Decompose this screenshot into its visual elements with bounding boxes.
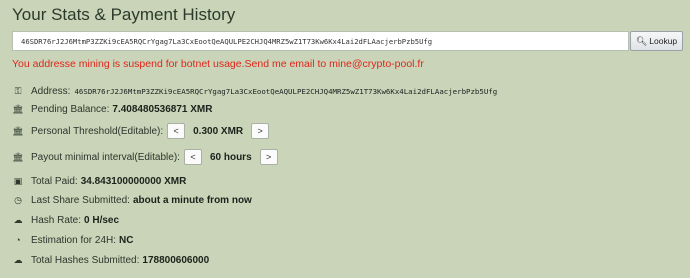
threshold-value: 0.300 XMR (193, 125, 244, 137)
lookup-button-label: Lookup (649, 36, 678, 46)
threshold-label: Personal Threshold(Editable): (31, 125, 164, 137)
estimation-label: Estimation for 24H: (31, 234, 117, 246)
cloud-upload-icon: ☁ (13, 214, 23, 225)
page-title: Your Stats & Payment History (12, 5, 236, 24)
hash-rate-row: ☁ Hash Rate: 0 H/sec (12, 212, 120, 228)
total-hashes-row: ☁ Total Hashes Submitted: 178800606000 (12, 252, 210, 268)
threshold-row: 🏛︎ Personal Threshold(Editable): < 0.300… (12, 123, 273, 139)
money-icon: ▣ (13, 175, 23, 186)
dashboard-icon: ◔ (15, 235, 21, 245)
pending-balance-row: 🏛︎ Pending Balance: 7.408480536871 XMR (12, 101, 212, 117)
key-icon: ⚿ (14, 85, 22, 96)
bank-icon: 🏛︎ (12, 103, 24, 114)
payout-interval-label: Payout minimal interval(Editable): (31, 151, 180, 163)
pending-balance-label: Pending Balance: (31, 103, 110, 115)
address-lookup-bar: 🔍︎ Lookup (12, 31, 683, 51)
lookup-button[interactable]: 🔍︎ Lookup (630, 31, 683, 51)
bank-icon: 🏛︎ (12, 125, 24, 136)
total-paid-row: ▣ Total Paid: 34.843100000000 XMR (12, 173, 187, 189)
payout-interval-value: 60 hours (209, 151, 252, 163)
threshold-increase-button[interactable]: > (251, 123, 270, 139)
estimation-row: ◔ Estimation for 24H: NC (12, 232, 134, 248)
threshold-decrease-button[interactable]: < (167, 123, 186, 139)
total-hashes-value: 178800606000 (142, 254, 210, 266)
interval-decrease-button[interactable]: < (183, 149, 202, 165)
total-hashes-label: Total Hashes Submitted: (31, 254, 140, 266)
hash-rate-label: Hash Rate: (31, 214, 82, 226)
total-paid-label: Total Paid: (31, 175, 78, 187)
cloud-upload-icon: ☁ (13, 254, 23, 265)
search-icon: 🔍︎ (635, 35, 648, 46)
address-value: 46SDR76rJ2J6MtmP3ZZKi9cEA5RQCrYgag7La3Cx… (74, 86, 498, 96)
payout-interval-row: 🏛︎ Payout minimal interval(Editable): < … (12, 149, 282, 165)
last-share-value: about a minute from now (132, 194, 252, 206)
clock-icon: ◷ (14, 194, 22, 205)
total-paid-value: 34.843100000000 XMR (80, 175, 187, 187)
bank-icon: 🏛︎ (12, 151, 24, 162)
last-share-label: Last Share Submitted: (31, 194, 130, 206)
address-label: Address: (31, 85, 71, 97)
last-share-row: ◷ Last Share Submitted: about a minute f… (12, 192, 252, 208)
address-input[interactable] (12, 31, 629, 51)
interval-increase-button[interactable]: > (259, 149, 278, 165)
pending-balance-value: 7.408480536871 XMR (112, 103, 213, 115)
estimation-value: NC (119, 234, 134, 246)
address-row: ⚿ Address: 46SDR76rJ2J6MtmP3ZZKi9cEA5RQC… (12, 83, 498, 99)
error-message: You addresse mining is suspend for botne… (12, 58, 424, 70)
hash-rate-value: 0 H/sec (84, 214, 120, 226)
